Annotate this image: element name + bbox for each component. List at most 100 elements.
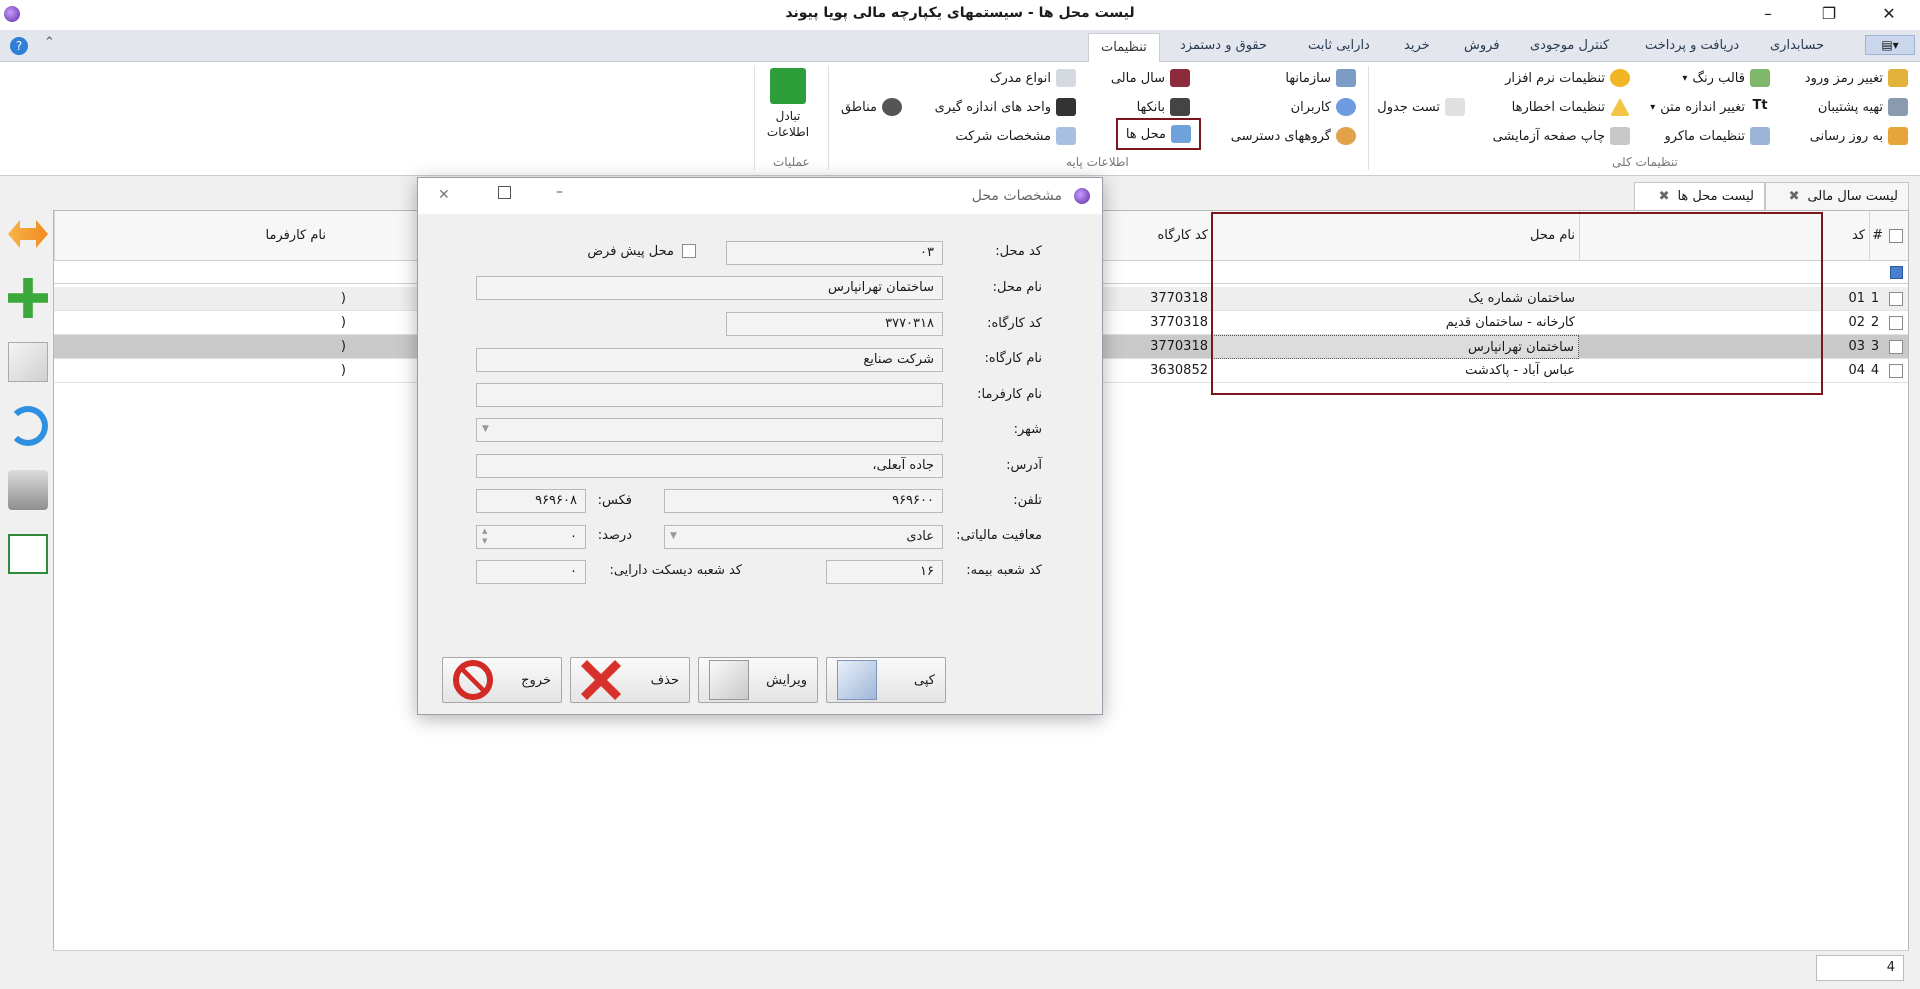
swap-arrows-icon[interactable] (8, 220, 48, 248)
city-label: شهر: (1013, 422, 1042, 437)
map-pin-icon (882, 98, 902, 116)
filter-icon[interactable] (1890, 266, 1903, 279)
macro-settings-button[interactable]: تنظیمات ماکرو (1664, 124, 1770, 148)
finance-branch-field[interactable]: ۰ (476, 560, 586, 584)
row-checkbox[interactable] (1889, 364, 1903, 378)
refresh-icon[interactable] (8, 406, 48, 446)
edit-button[interactable]: ویرایش (698, 657, 818, 703)
software-settings-button[interactable]: تنظیمات نرم افزار (1505, 66, 1630, 90)
alert-settings-button[interactable]: تنظیمات اخطارها (1512, 95, 1630, 119)
add-icon[interactable] (8, 278, 48, 318)
tab-inventory[interactable]: کنترل موجودی (1530, 38, 1609, 53)
chevron-down-icon[interactable]: ▼ (482, 424, 489, 434)
insurance-branch-field[interactable]: ۱۶ (826, 560, 943, 584)
copy-button[interactable]: کپی (826, 657, 946, 703)
column-employer[interactable]: نام کارفرما (54, 211, 330, 261)
users-button[interactable]: کاربران (1291, 95, 1356, 119)
column-location-name[interactable]: نام محل (1212, 211, 1579, 261)
text-size-button[interactable]: Tt تغییر اندازه متن ▾ (1650, 95, 1770, 119)
document-types-button[interactable]: انواع مدرک (990, 66, 1076, 90)
organizations-button[interactable]: سازمانها (1285, 66, 1356, 90)
delete-x-icon (581, 660, 621, 700)
stepper-arrows-icon[interactable]: ▲ ▼ (482, 526, 487, 546)
bank-icon (1170, 98, 1190, 116)
maximize-button[interactable]: ❐ (1806, 0, 1852, 30)
dialog-maximize-button[interactable] (498, 186, 511, 199)
company-info-button[interactable]: مشخصات شرکت (955, 124, 1076, 148)
chevron-down-icon[interactable]: ▼ (670, 531, 677, 541)
access-groups-button[interactable]: گروههای دسترسی (1231, 124, 1356, 148)
name-field[interactable]: ساختمان تهرانپارس (476, 276, 943, 300)
tab-payroll[interactable]: حقوق و دستمزد (1180, 38, 1267, 53)
fiscal-year-button[interactable]: سال مالی (1111, 66, 1190, 90)
group-label-general: تنظیمات کلی (1612, 155, 1678, 169)
minimize-button[interactable]: – (1745, 0, 1791, 30)
dropdown-arrow-icon: ▾ (1650, 101, 1656, 113)
regions-button[interactable]: مناطق (841, 95, 902, 119)
collapse-ribbon-icon[interactable]: ⌃ (44, 35, 55, 50)
left-toolbar (2, 210, 53, 985)
select-all-checkbox[interactable] (1889, 229, 1903, 243)
ribbon: تغییر رمز ورود تهیه پشتیبان به روز رسانی… (0, 62, 1920, 176)
percent-stepper[interactable]: ۰ (476, 525, 586, 549)
employer-field[interactable] (476, 383, 943, 407)
backup-button[interactable]: تهیه پشتیبان (1818, 95, 1908, 119)
help-icon[interactable]: ? (10, 37, 28, 55)
delete-button[interactable]: حذف (570, 657, 690, 703)
finance-branch-label: کد شعبه دیسکت دارایی: (609, 563, 742, 578)
workshop-code-field[interactable]: ۳۷۷۰۳۱۸ (726, 312, 943, 336)
status-bar: 4 (53, 950, 1909, 985)
workshop-name-field[interactable]: شرکت صنایع (476, 348, 943, 372)
units-button[interactable]: واحد های اندازه گیری (935, 95, 1076, 119)
warning-icon (1610, 98, 1630, 116)
table-test-button[interactable]: تست جدول (1377, 95, 1465, 119)
locations-button[interactable]: محل ها (1115, 118, 1201, 150)
column-workshop-code[interactable]: کد کارگاه (1104, 211, 1212, 261)
fax-field[interactable]: ۹۶۹۶۰۸ (476, 489, 586, 513)
row-checkbox[interactable] (1889, 292, 1903, 306)
column-row-number: # (1869, 211, 1887, 261)
close-tab-icon[interactable]: ✖ (1789, 189, 1800, 204)
tab-fixed-assets[interactable]: دارایی ثابت (1308, 38, 1370, 53)
tab-locations-list[interactable]: لیست محل ها ✖ (1634, 182, 1765, 210)
phone-field[interactable]: ۹۶۹۶۰۰ (664, 489, 943, 513)
code-field[interactable]: ۰۳ (726, 241, 943, 265)
tab-accounting[interactable]: حسابداری (1770, 38, 1824, 53)
tab-settings[interactable]: تنظیمات (1088, 33, 1160, 63)
company-icon (1056, 127, 1076, 145)
close-window-button[interactable]: ✕ (1866, 0, 1912, 30)
tax-exemption-select[interactable]: عادی (664, 525, 943, 549)
text-size-icon: Tt (1752, 98, 1768, 113)
row-checkbox[interactable] (1889, 316, 1903, 330)
tab-purchase[interactable]: خرید (1404, 38, 1430, 53)
tab-fiscal-year-list[interactable]: لیست سال مالی ✖ (1765, 182, 1909, 210)
default-location-checkbox[interactable] (682, 244, 696, 258)
record-count: 4 (1816, 955, 1904, 981)
data-exchange-button[interactable]: تبادل اطلاعات (766, 68, 810, 152)
exit-button[interactable]: خروج (442, 657, 562, 703)
excel-export-icon[interactable] (8, 534, 48, 574)
city-select[interactable] (476, 418, 943, 442)
dialog-close-button[interactable]: ✕ (438, 187, 450, 203)
edit-icon[interactable] (8, 342, 48, 382)
column-code[interactable]: کد (1579, 211, 1869, 261)
row-checkbox[interactable] (1889, 340, 1903, 354)
close-tab-icon[interactable]: ✖ (1659, 189, 1670, 204)
color-theme-button[interactable]: قالب رنگ ▾ (1682, 66, 1770, 90)
quick-access-button[interactable]: ▤▾ (1865, 35, 1915, 55)
address-field[interactable]: جاده آبعلی، (476, 454, 943, 478)
banks-button[interactable]: بانکها (1137, 95, 1190, 119)
tab-receipt-payment[interactable]: دریافت و پرداخت (1645, 38, 1739, 53)
change-password-button[interactable]: تغییر رمز ورود (1805, 66, 1908, 90)
dialog-title: مشخصات محل (971, 188, 1062, 204)
palette-icon (1750, 69, 1770, 87)
default-location-label: محل پیش فرض (587, 244, 674, 259)
dialog-minimize-button[interactable]: – (556, 184, 563, 200)
test-print-button[interactable]: چاپ صفحه آزمایشی (1493, 124, 1630, 148)
tab-sales[interactable]: فروش (1464, 38, 1500, 53)
update-button[interactable]: به روز رسانی (1810, 124, 1908, 148)
print-test-icon (1610, 127, 1630, 145)
location-details-dialog: ✕ – مشخصات محل کد محل: ۰۳ محل پیش فرض نا… (417, 177, 1103, 715)
print-icon[interactable] (8, 470, 48, 510)
exchange-arrows-icon (770, 68, 806, 104)
